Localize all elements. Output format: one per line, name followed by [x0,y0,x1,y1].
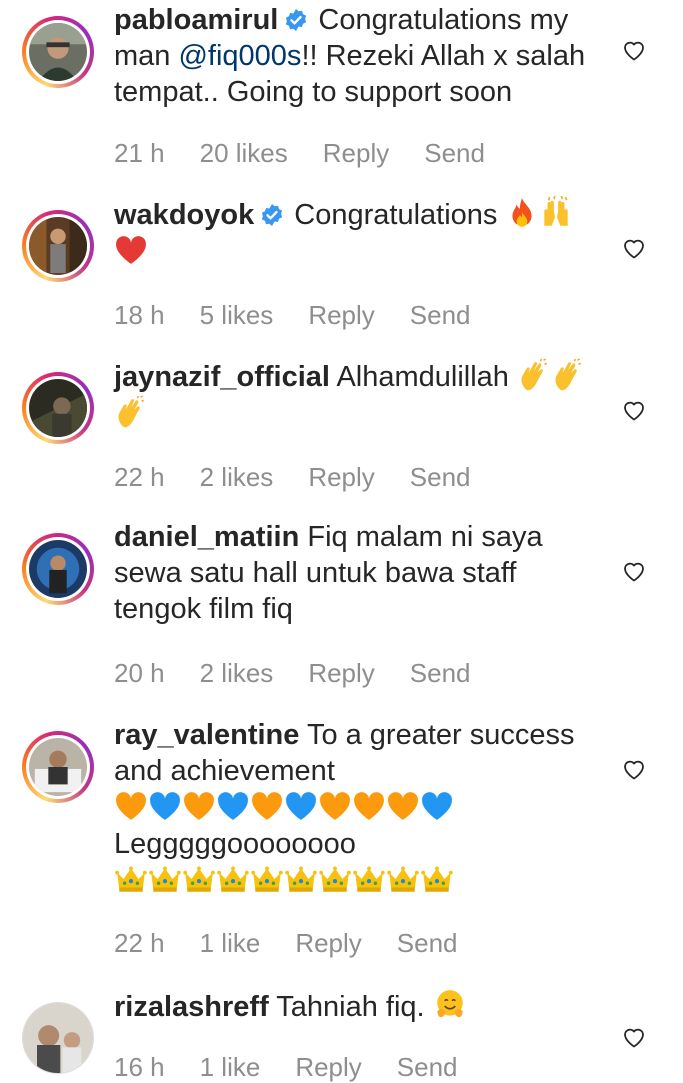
crown-emoji-icon [386,862,420,896]
comment-meta: 16 h 1 like Reply Send [114,1052,493,1083]
username[interactable]: daniel_matiin [114,521,299,553]
crown-emoji-icon [114,862,148,896]
reply-button[interactable]: Reply [308,300,374,331]
timestamp: 21 h [114,138,165,168]
username[interactable]: wakdoyok [114,199,254,231]
send-button[interactable]: Send [397,928,458,959]
like-heart-icon[interactable] [622,1026,646,1048]
clapping-hands-emoji-icon [517,358,551,392]
like-heart-icon[interactable] [622,237,646,259]
comment-body: Congratulations [294,199,498,231]
crown-emoji-icon [284,862,318,896]
orange-heart-emoji-icon [114,789,148,823]
avatar[interactable] [22,1002,94,1074]
like-heart-icon[interactable] [622,758,646,780]
timestamp: 16 h [114,1052,165,1082]
reply-button[interactable]: Reply [308,462,374,493]
crown-emoji-row [114,865,454,897]
blue-heart-emoji-icon [148,789,182,823]
crown-emoji-icon [148,862,182,896]
red-heart-emoji-icon [114,233,148,267]
avatar[interactable] [22,372,94,444]
send-button[interactable]: Send [410,300,471,331]
avatar[interactable] [22,533,94,605]
orange-heart-emoji-icon [386,789,420,823]
comment-text: pabloamirul Congratulations my man @fiq0… [114,2,602,110]
reply-button[interactable]: Reply [295,1052,361,1083]
send-button[interactable]: Send [397,1052,458,1083]
avatar[interactable] [22,210,94,282]
send-button[interactable]: Send [410,462,471,493]
likes-count[interactable]: 1 like [200,928,261,959]
blue-heart-emoji-icon [420,789,454,823]
mention-link[interactable]: @fiq000s [178,40,301,72]
comment-body-line2: Legggggoooooooo [114,828,356,860]
crown-emoji-icon [420,862,454,896]
comment-text: rizalashreff Tahniah fiq. [114,988,602,1025]
comment-body: Alhamdulillah [336,361,509,393]
verified-badge-icon [260,203,284,227]
timestamp: 22 h [114,462,165,492]
likes-count[interactable]: 20 likes [200,138,288,169]
orange-heart-emoji-icon [182,789,216,823]
crown-emoji-icon [352,862,386,896]
comment-text: daniel_matiin Fiq malam ni saya sewa sat… [114,519,602,627]
blue-heart-emoji-icon [284,789,318,823]
username[interactable]: ray_valentine [114,719,299,751]
timestamp: 18 h [114,300,165,330]
raising-hands-emoji-icon [539,196,573,230]
reply-button[interactable]: Reply [295,928,361,959]
blue-heart-emoji-icon [216,789,250,823]
comment-meta: 21 h 20 likes Reply Send [114,138,520,169]
avatar[interactable] [22,16,94,88]
crown-emoji-icon [182,862,216,896]
reply-button[interactable]: Reply [323,138,389,169]
like-heart-icon[interactable] [622,560,646,582]
comment-text: jaynazif_official Alhamdulillah [114,358,602,432]
fire-emoji-icon [505,196,539,230]
likes-count[interactable]: 2 likes [200,658,274,689]
clapping-hands-emoji-icon [551,358,585,392]
crown-emoji-icon [250,862,284,896]
send-button[interactable]: Send [424,138,485,169]
username[interactable]: rizalashreff [114,991,269,1023]
orange-heart-emoji-icon [318,789,352,823]
comment-meta: 18 h 5 likes Reply Send [114,300,506,331]
orange-heart-emoji-icon [352,789,386,823]
comment-body: Tahniah fiq. [276,991,425,1023]
send-button[interactable]: Send [410,658,471,689]
likes-count[interactable]: 5 likes [200,300,274,331]
verified-badge-icon [284,8,308,32]
comment-text: ray_valentine To a greater success and a… [114,717,602,899]
username[interactable]: pabloamirul [114,4,278,36]
hugging-face-emoji-icon [433,988,467,1022]
reply-button[interactable]: Reply [308,658,374,689]
like-heart-icon[interactable] [622,39,646,61]
crown-emoji-icon [216,862,250,896]
likes-count[interactable]: 1 like [200,1052,261,1083]
likes-count[interactable]: 2 likes [200,462,274,493]
username[interactable]: jaynazif_official [114,361,330,393]
avatar[interactable] [22,731,94,803]
heart-emoji-row [114,792,454,824]
clapping-hands-emoji-icon [114,395,148,429]
comment-meta: 20 h 2 likes Reply Send [114,658,506,689]
orange-heart-emoji-icon [250,789,284,823]
timestamp: 22 h [114,928,165,958]
comment-meta: 22 h 2 likes Reply Send [114,462,506,493]
comment-text: wakdoyok Congratulations [114,196,602,270]
timestamp: 20 h [114,658,165,688]
comment-meta: 22 h 1 like Reply Send [114,928,493,959]
crown-emoji-icon [318,862,352,896]
like-heart-icon[interactable] [622,399,646,421]
